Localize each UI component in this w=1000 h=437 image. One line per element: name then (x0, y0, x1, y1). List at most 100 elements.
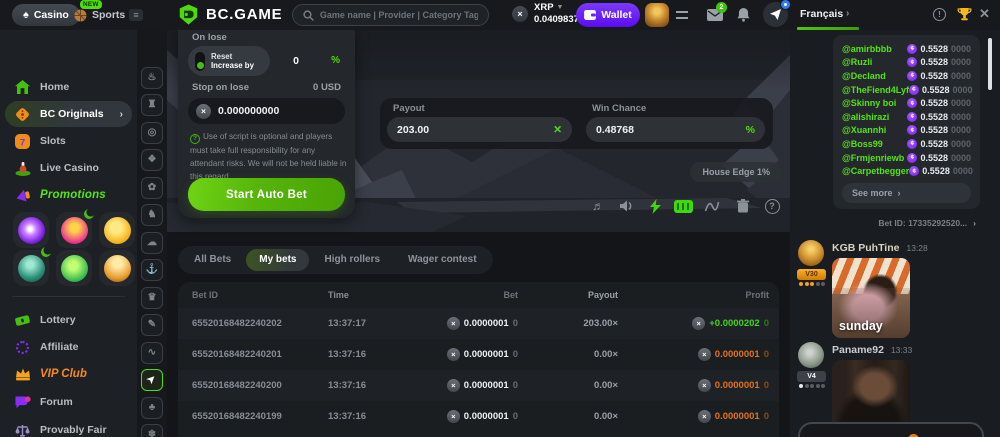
bet-row[interactable]: 65520168482240202 13:37:17 ×0.00000010 2… (178, 308, 779, 339)
bets-table: Bet ID Time Bet Payout Profit 6552016848… (178, 282, 779, 437)
promo-tile-coins[interactable] (99, 250, 135, 286)
bet-row[interactable]: 65520168482240200 13:37:16 ×0.00000010 0… (178, 370, 779, 401)
piggy-bank-icon (104, 217, 131, 244)
chat-username[interactable]: Paname9213:33 (832, 344, 912, 356)
bcd-coin-icon: ¢ (907, 139, 917, 149)
sidebar-item-affiliate[interactable]: Affiliate (0, 334, 137, 360)
promo-timer-badge (41, 247, 51, 257)
sidebar-item-live-casino[interactable]: Live Casino (0, 155, 137, 181)
sidebar-item-slots[interactable]: 7 Slots (0, 128, 137, 154)
user-avatar[interactable] (645, 3, 669, 27)
bcd-coin-icon: ¢ (907, 44, 917, 54)
sound-toggle-icon[interactable] (617, 196, 637, 216)
rain-user-row[interactable]: @Skinny boi¢0.55280000 (842, 96, 971, 110)
game-rail-item[interactable]: ❖ (141, 149, 163, 171)
reset-increase-toggle[interactable]: Reset Increase by (188, 46, 270, 76)
avatar[interactable] (798, 342, 824, 368)
game-rail-item[interactable]: ∿ (141, 342, 163, 364)
close-chat-icon[interactable]: ✕ (979, 6, 990, 22)
sidebar-item-home[interactable]: Home (0, 74, 137, 100)
rain-user-row[interactable]: @TheFiend4Lyf¢0.55280000 (842, 83, 971, 97)
tab-my-bets[interactable]: My bets (246, 249, 309, 271)
col-payout: Payout (518, 290, 618, 300)
game-rail-item-active-crash[interactable]: ➤ (141, 369, 163, 391)
increase-value-input[interactable]: 0 (276, 55, 316, 67)
balance-selector[interactable]: × XRP▼ 0.04098372 (512, 2, 584, 26)
game-rail-item[interactable]: ❄ (141, 424, 163, 437)
see-more-button[interactable]: See more› (842, 183, 971, 203)
promo-tile-cash[interactable] (56, 250, 92, 286)
logo-text: BC.GAME (206, 6, 282, 23)
payout-input[interactable]: 203.00 ✕ (387, 117, 572, 142)
chat-username[interactable]: KGB PuhTine13:28 (832, 242, 928, 254)
leaderboard-button[interactable] (957, 7, 972, 22)
bc-game-logo[interactable]: BC.GAME (178, 4, 282, 25)
promo-tile-piggy[interactable] (99, 212, 135, 248)
rain-user-row[interactable]: @Frmjenriewb¢0.55280000 (842, 151, 971, 165)
rain-user-row[interactable]: @Carpetbegger¢0.55280000 (842, 164, 971, 178)
game-rail-item[interactable]: ☁ (141, 232, 163, 254)
sidebar-item-bc-originals[interactable]: BC Originals › (5, 101, 132, 127)
game-rail-item[interactable]: ♞ (141, 204, 163, 226)
chevron-right-icon[interactable]: › (846, 8, 849, 19)
game-rail-item[interactable]: ♨ (141, 67, 163, 89)
music-toggle-icon[interactable]: ♬ (588, 196, 608, 216)
search-input[interactable] (320, 10, 478, 20)
chat-rules-icon[interactable]: ! (933, 8, 946, 21)
bet-row[interactable]: 65520168482240201 13:37:16 ×0.00000010 0… (178, 339, 779, 370)
slots-icon: 7 (14, 133, 31, 150)
game-help-icon[interactable]: ? (762, 196, 782, 216)
game-rail-item[interactable]: ◎ (141, 122, 163, 144)
chat-gif-sunday[interactable]: sunday (832, 258, 910, 338)
game-rail-item[interactable]: ✿ (141, 177, 163, 199)
chat-bet-id-link[interactable]: Bet ID: 17335292520...› (878, 218, 976, 228)
bet-row[interactable]: 65520168482240199 13:37:16 ×0.00000010 0… (178, 401, 779, 432)
rain-user-row[interactable]: @alishirazi¢0.55280000 (842, 110, 971, 124)
hotkeys-icon[interactable] (673, 196, 693, 216)
game-search[interactable] (292, 4, 489, 26)
payout-field: Payout 203.00 ✕ (387, 103, 572, 142)
rain-user-row[interactable]: @amirbbbb¢0.55280000 (842, 42, 971, 56)
bcd-coin-icon: ¢ (907, 71, 917, 81)
casino-toggle[interactable]: ♠ Casino (12, 4, 80, 26)
wallet-button[interactable]: Wallet (576, 3, 640, 27)
win-chance-input[interactable]: 0.48768 % (586, 117, 765, 142)
game-rail-item[interactable]: ⚓ (141, 259, 163, 281)
game-rail-item[interactable]: ✎ (141, 314, 163, 336)
trends-icon[interactable] (702, 196, 722, 216)
notifications-button[interactable] (737, 7, 750, 22)
game-rail-item[interactable]: ♛ (141, 287, 163, 309)
sidebar-item-provably-fair[interactable]: Provably Fair (0, 417, 137, 437)
promo-tile-rocket[interactable] (13, 250, 49, 286)
rain-user-row[interactable]: @Boss99¢0.55280000 (842, 137, 971, 151)
start-auto-bet-button[interactable]: Start Auto Bet (188, 178, 345, 211)
rain-user-row[interactable]: @Decland¢0.55280000 (842, 69, 971, 83)
inbox-button[interactable]: 2 (707, 9, 723, 21)
chat-toggle-button[interactable] (763, 2, 788, 27)
profile-menu-icon[interactable] (676, 11, 688, 19)
chat-scrollbar[interactable] (988, 38, 992, 90)
sidebar-item-vip-club[interactable]: VIP Club (0, 361, 137, 387)
stop-on-lose-input[interactable]: × 0.000000000 (188, 98, 345, 124)
compare-toggle-icon[interactable]: ≡ (129, 9, 143, 21)
chat-message-input[interactable] (798, 422, 984, 437)
sports-toggle[interactable]: NEW Sports (74, 4, 125, 26)
sidebar-item-promotions[interactable]: Promotions (0, 182, 137, 208)
game-rail-item[interactable]: ♣ (141, 397, 163, 419)
promo-tile-wheel[interactable] (56, 212, 92, 248)
game-rail-item[interactable]: ♜ (141, 94, 163, 116)
tab-high-rollers[interactable]: High rollers (311, 249, 393, 271)
chevron-right-icon: › (898, 188, 901, 198)
tab-all-bets[interactable]: All Bets (181, 249, 244, 271)
seeds-icon[interactable] (733, 196, 753, 216)
sidebar-item-lottery[interactable]: Lottery (0, 307, 137, 333)
sidebar-item-forum[interactable]: Forum (0, 389, 137, 415)
chat-language-tab[interactable]: Français (800, 8, 843, 20)
tab-wager-contest[interactable]: Wager contest (395, 249, 490, 271)
avatar[interactable] (798, 240, 824, 266)
col-bet-id: Bet ID (178, 290, 328, 300)
rain-user-row[interactable]: @Ruzli¢0.55280000 (842, 56, 971, 70)
promo-tile-spin[interactable] (13, 212, 49, 248)
instant-bet-icon[interactable] (645, 196, 665, 216)
rain-user-row[interactable]: @Xuannhi¢0.55280000 (842, 124, 971, 138)
